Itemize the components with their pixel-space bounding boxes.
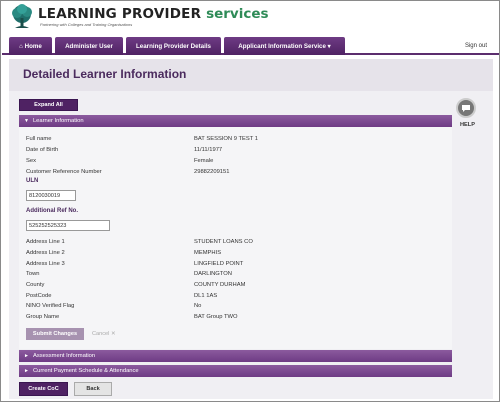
help-icon[interactable]: [456, 98, 476, 118]
label-town: Town: [26, 271, 40, 277]
label-full-name: Full name: [26, 136, 52, 142]
submit-changes-button[interactable]: Submit Changes: [26, 328, 84, 340]
label-county: County: [26, 282, 45, 288]
label-group-name: Group Name: [26, 314, 60, 320]
value-address-line-1: STUDENT LOANS CO: [194, 239, 253, 245]
help-label[interactable]: HELP: [460, 122, 475, 128]
brand-accent-text: services: [206, 6, 269, 22]
label-postcode: PostCode: [26, 293, 52, 299]
value-town: DARLINGTON: [194, 271, 232, 277]
uln-label: ULN: [26, 178, 39, 184]
nav-learning-provider-details[interactable]: Learning Provider Details: [126, 37, 221, 55]
section-title: Learner Information: [32, 118, 84, 124]
label-address-line-2: Address Line 2: [26, 250, 65, 256]
value-sex: Female: [194, 158, 214, 164]
create-coc-button[interactable]: Create CoC: [19, 382, 68, 396]
sign-out-link[interactable]: Sign out: [465, 43, 487, 49]
value-group-name: BAT Group TWO: [194, 314, 238, 320]
value-date-of-birth: 11/11/1977: [194, 147, 223, 153]
value-address-line-2: MEMPHIS: [194, 250, 222, 256]
label-nino-verified-flag: NINO Verified Flag: [26, 303, 75, 309]
section-title: Current Payment Schedule & Attendance: [32, 368, 139, 374]
label-sex: Sex: [26, 158, 36, 164]
back-button[interactable]: Back: [74, 382, 112, 396]
title-band: Detailed Learner Information: [9, 59, 493, 91]
speech-bubble-icon: [462, 105, 470, 112]
brand-main-text: LEARNING PROVIDER: [38, 6, 207, 22]
value-postcode: DL1 1AS: [194, 293, 218, 299]
additional-ref-input[interactable]: [26, 220, 110, 231]
value-county: COUNTY DURHAM: [194, 282, 246, 288]
chevron-right-icon: ►: [24, 353, 29, 359]
label-date-of-birth: Date of Birth: [26, 147, 59, 153]
uln-input[interactable]: [26, 190, 76, 201]
tree-logo-icon: [12, 4, 32, 28]
brand-tagline: Partnering with Colleges and Training Or…: [40, 22, 133, 27]
nav-applicant-information-service[interactable]: Applicant Information Service ▾: [224, 37, 345, 55]
additional-ref-label: Additional Ref No.: [26, 208, 78, 214]
section-assessment-information[interactable]: ► Assessment Information: [19, 350, 452, 362]
nav-administer-user[interactable]: Administer User: [55, 37, 123, 55]
value-full-name: BAT SESSION 9 TEST 1: [194, 136, 259, 142]
section-current-payment-schedule[interactable]: ► Current Payment Schedule & Attendance: [19, 365, 452, 377]
chevron-down-icon: ▼: [24, 118, 29, 124]
brand-title: LEARNING PROVIDER services: [38, 6, 269, 22]
section-learner-information[interactable]: ▼ Learner Information: [19, 115, 452, 127]
value-address-line-3: LINGFIELD POINT: [194, 261, 244, 267]
section-title: Assessment Information: [32, 353, 96, 359]
label-address-line-3: Address Line 3: [26, 261, 65, 267]
chevron-right-icon: ►: [24, 368, 29, 374]
cancel-link[interactable]: Cancel ✕: [92, 331, 116, 337]
app-frame: LEARNING PROVIDER services Partnering wi…: [0, 0, 500, 402]
label-customer-reference-number: Customer Reference Number: [26, 169, 102, 175]
value-customer-reference-number: 29882209151: [194, 169, 230, 175]
value-nino-verified-flag: No: [194, 303, 202, 309]
main-nav: ⌂ Home Administer User Learning Provider…: [2, 34, 499, 55]
nav-home[interactable]: ⌂ Home: [9, 37, 52, 55]
expand-all-button[interactable]: Expand All: [19, 99, 78, 111]
label-address-line-1: Address Line 1: [26, 239, 65, 245]
page-title: Detailed Learner Information: [23, 67, 187, 81]
